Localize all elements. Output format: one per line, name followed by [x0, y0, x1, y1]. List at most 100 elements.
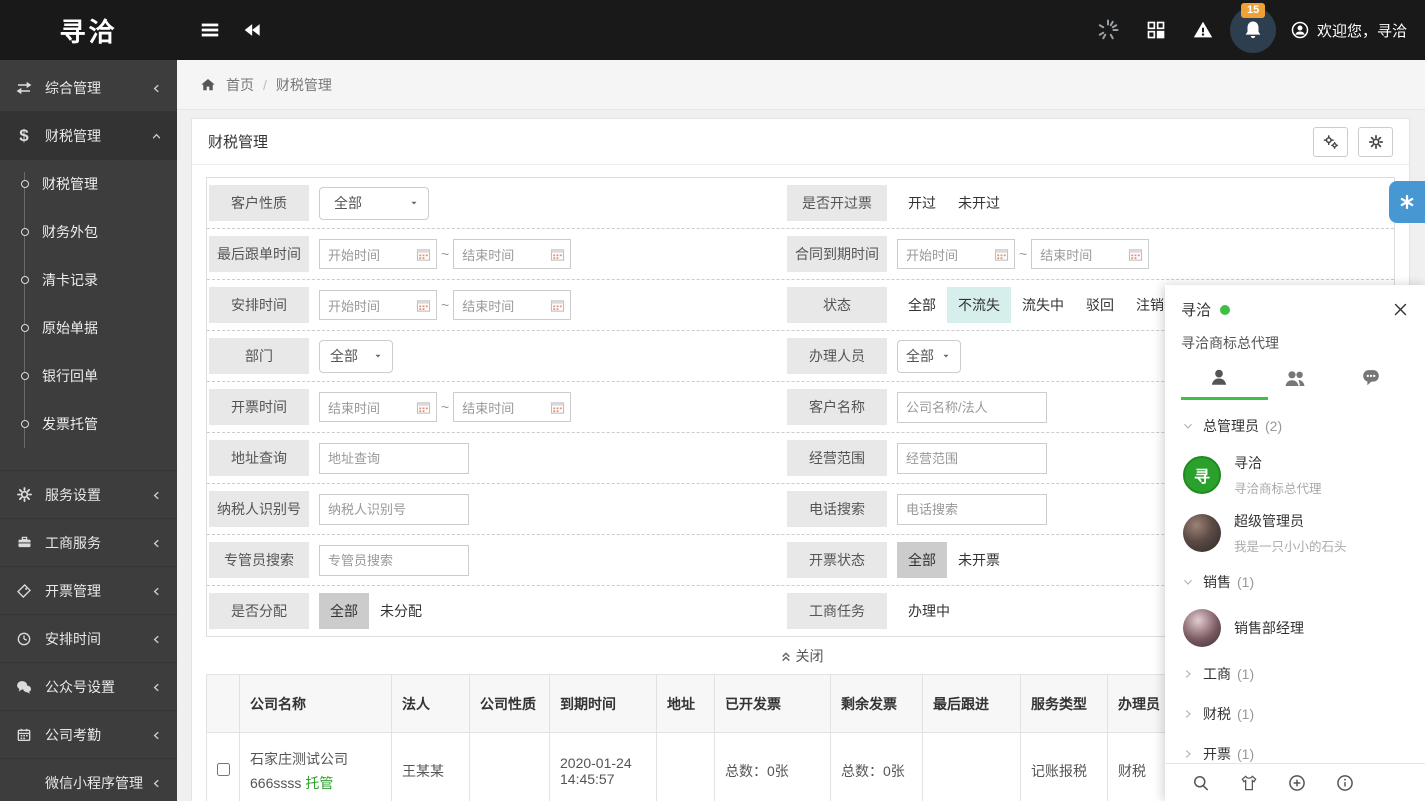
- col-company-nature: 公司性质: [470, 675, 550, 733]
- filter-label: 开票时间: [209, 389, 309, 425]
- invoices-issued-cell: 总数：0张: [715, 733, 831, 801]
- contract-expire-start-date-input[interactable]: 开始时间: [897, 239, 1015, 269]
- info-icon[interactable]: [1335, 773, 1355, 793]
- tab-messages[interactable]: [1333, 366, 1409, 390]
- chip-invoiced[interactable]: 开过: [897, 185, 947, 221]
- contract-expire-end-date-input[interactable]: 结束时间: [1031, 239, 1149, 269]
- sidebar-item-attendance[interactable]: 公司考勤: [0, 711, 177, 759]
- breadcrumb-home[interactable]: 首页: [226, 75, 254, 95]
- chip-status-not-lost[interactable]: 不流失: [947, 287, 1011, 323]
- dollar-icon: $: [14, 126, 34, 146]
- contact-list: 总管理员 (2) 寻 寻洽 寻洽商标总代理 超级管理员 我是一只小小的石头 销售…: [1165, 400, 1425, 763]
- chevron-down-icon: [1181, 419, 1195, 433]
- chip-unassigned[interactable]: 未分配: [369, 593, 433, 629]
- settings-button[interactable]: [1358, 127, 1393, 157]
- last-follow-start-date-input[interactable]: 开始时间: [319, 239, 437, 269]
- chip-invoice-status-all[interactable]: 全部: [897, 542, 947, 578]
- collapse-left-icon[interactable]: [243, 20, 263, 40]
- col-last-follow: 最后跟进: [923, 675, 1021, 733]
- tax-officer-search-input[interactable]: [319, 545, 469, 576]
- chip-status-rejected[interactable]: 驳回: [1075, 287, 1125, 323]
- column-settings-button[interactable]: [1313, 127, 1348, 157]
- sidebar-subitem-finance-outsourcing[interactable]: 财务外包: [0, 208, 177, 256]
- filter-label: 状态: [787, 287, 887, 323]
- schedule-start-date-input[interactable]: 开始时间: [319, 290, 437, 320]
- sidebar-item-finance-tax[interactable]: $ 财税管理: [0, 112, 177, 160]
- company-cell[interactable]: 石家庄测试公司 666ssss托管: [240, 733, 392, 801]
- group-invoicing[interactable]: 开票 (1): [1165, 734, 1425, 763]
- user-menu[interactable]: 欢迎您，寻洽: [1290, 20, 1407, 41]
- online-status-dot: [1220, 305, 1230, 315]
- chat-member[interactable]: 寻 寻洽 寻洽商标总代理: [1165, 446, 1425, 504]
- department-select[interactable]: 全部: [319, 340, 393, 373]
- group-business[interactable]: 工商 (1): [1165, 654, 1425, 694]
- welcome-text: 欢迎您，寻洽: [1317, 20, 1407, 41]
- filter-label: 纳税人识别号: [209, 491, 309, 527]
- close-icon[interactable]: [1392, 301, 1409, 318]
- loading-spinner-icon: [1096, 18, 1120, 42]
- customer-nature-select[interactable]: 全部: [319, 187, 429, 220]
- chip-status-losing[interactable]: 流失中: [1011, 287, 1075, 323]
- sidebar-item-general[interactable]: 综合管理: [0, 64, 177, 112]
- col-address: 地址: [657, 675, 715, 733]
- chat-member[interactable]: 销售部经理: [1165, 602, 1425, 654]
- qr-code-icon[interactable]: [1146, 20, 1166, 40]
- shirt-icon[interactable]: [1239, 773, 1259, 793]
- bell-icon: [1241, 18, 1265, 42]
- filter-label: 安排时间: [209, 287, 309, 323]
- phone-search-input[interactable]: [897, 494, 1047, 525]
- chip-task-processing[interactable]: 办理中: [897, 593, 961, 629]
- chip-assigned-all[interactable]: 全部: [319, 593, 369, 629]
- tab-contacts[interactable]: [1181, 366, 1257, 390]
- last-follow-end-date-input[interactable]: 结束时间: [453, 239, 571, 269]
- sidebar-item-schedule[interactable]: 安排时间: [0, 615, 177, 663]
- sidebar-subitem-original-documents[interactable]: 原始单据: [0, 304, 177, 352]
- chip-status-all[interactable]: 全部: [897, 287, 947, 323]
- filter-row: 客户性质 全部 是否开过票 开过 未开过: [207, 178, 1394, 229]
- taxpayer-id-input[interactable]: [319, 494, 469, 525]
- handler-select[interactable]: 全部: [897, 340, 961, 373]
- business-scope-input[interactable]: [897, 443, 1047, 474]
- sidebar-item-mini-program[interactable]: 微信小程序管理: [0, 759, 177, 801]
- schedule-end-date-input[interactable]: 结束时间: [453, 290, 571, 320]
- notifications-button[interactable]: 15: [1230, 7, 1276, 53]
- sidebar-item-invoicing[interactable]: 开票管理: [0, 567, 177, 615]
- sidebar-subitem-invoice-custody[interactable]: 发票托管: [0, 400, 177, 448]
- sidebar-subitem-finance-tax[interactable]: 财税管理: [0, 160, 177, 208]
- sidebar-subitem-card-clear-records[interactable]: 清卡记录: [0, 256, 177, 304]
- gear-icon: [1368, 134, 1384, 150]
- chevron-left-icon: [150, 727, 163, 743]
- sidebar-item-service-settings[interactable]: 服务设置: [0, 471, 177, 519]
- filter-label: 办理人员: [787, 338, 887, 374]
- warning-icon[interactable]: [1192, 19, 1214, 41]
- menu-icon[interactable]: [199, 19, 221, 41]
- invoice-time-end-input[interactable]: 结束时间: [453, 392, 571, 422]
- sidebar-item-official-account[interactable]: 公众号设置: [0, 663, 177, 711]
- sidebar-submenu: 财税管理 财务外包 清卡记录 原始单据 银行回单 发票托管: [0, 160, 177, 471]
- group-sales[interactable]: 销售 (1): [1165, 562, 1425, 602]
- chevron-left-icon: [150, 80, 163, 96]
- search-icon[interactable]: [1191, 773, 1211, 793]
- sidebar-subitem-bank-receipts[interactable]: 银行回单: [0, 352, 177, 400]
- group-admins[interactable]: 总管理员 (2): [1165, 406, 1425, 446]
- tab-groups[interactable]: [1257, 366, 1333, 390]
- address-search-input[interactable]: [319, 443, 469, 474]
- sidebar-item-label: 财税管理: [45, 126, 101, 146]
- sidebar-item-business-services[interactable]: 工商服务: [0, 519, 177, 567]
- chip-not-invoiced[interactable]: 未开过: [947, 185, 1011, 221]
- home-icon[interactable]: [199, 76, 217, 94]
- chip-invoice-status-none[interactable]: 未开票: [947, 542, 1011, 578]
- caret-down-icon: [408, 197, 420, 209]
- filter-label: 工商任务: [787, 593, 887, 629]
- add-icon[interactable]: [1287, 773, 1307, 793]
- filter-label: 地址查询: [209, 440, 309, 476]
- quick-actions-fab[interactable]: [1389, 181, 1425, 223]
- calendar-icon: [550, 247, 565, 262]
- calendar-icon: [416, 400, 431, 415]
- row-checkbox[interactable]: [217, 763, 230, 776]
- invoice-time-start-input[interactable]: 结束时间: [319, 392, 437, 422]
- chat-member[interactable]: 超级管理员 我是一只小小的石头: [1165, 504, 1425, 562]
- chevron-left-icon: [150, 583, 163, 599]
- customer-name-input[interactable]: [897, 392, 1047, 423]
- group-finance[interactable]: 财税 (1): [1165, 694, 1425, 734]
